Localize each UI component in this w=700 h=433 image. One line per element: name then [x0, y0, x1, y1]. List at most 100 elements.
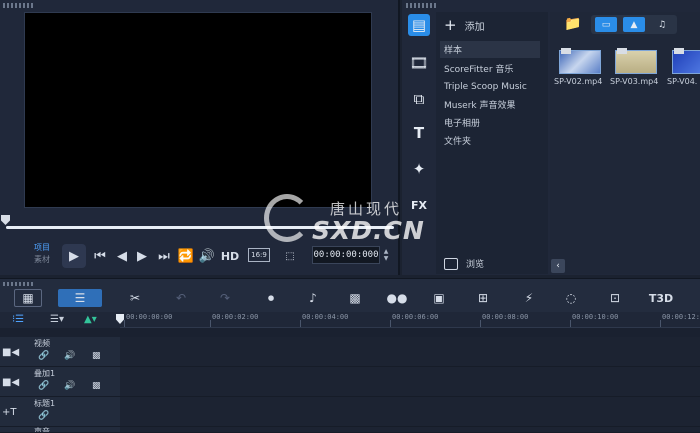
screen-capture-button[interactable]: ⊡: [602, 289, 628, 307]
subtitle-editor-button[interactable]: ▣: [426, 289, 452, 307]
thumbnail-label: SP-V02.mp4: [554, 77, 603, 86]
timecode-display[interactable]: 00:00:00:000: [312, 246, 380, 264]
import-folder-icon[interactable]: 📁: [564, 16, 581, 32]
auto-music-button[interactable]: ▩: [342, 289, 368, 307]
filter-photo-button[interactable]: ▲: [623, 17, 645, 32]
media-filter-group: ▭ ▲ ♫: [591, 15, 677, 34]
crop-button[interactable]: ⬚: [280, 245, 300, 267]
timecode-spinner[interactable]: ▲ ▼: [381, 248, 391, 262]
repeat-icon: 🔁: [177, 248, 195, 264]
filter-audio-button[interactable]: ♫: [651, 17, 673, 32]
ruler-tick-label: 00:00:08:00: [482, 313, 529, 321]
ruler-tick: [480, 320, 481, 327]
preview-window: [24, 12, 372, 208]
mask-icon: ◌: [565, 291, 577, 305]
redo-button[interactable]: ↷: [212, 289, 238, 307]
aspect-ratio-button[interactable]: 16:9: [248, 248, 270, 262]
storyboard-icon: ▦: [22, 291, 34, 305]
repeat-button[interactable]: 🔁: [178, 245, 194, 267]
nav-item-folder[interactable]: 文件夹: [440, 132, 540, 149]
ruler-tick: [124, 320, 125, 327]
grid-icon[interactable]: ▩: [92, 351, 101, 361]
crop-icon: ⬚: [285, 250, 295, 262]
track-manager-icon[interactable]: ⁝☰: [12, 314, 24, 325]
ruler-tick-label: 00:00:04:00: [302, 313, 349, 321]
play-button[interactable]: ▶: [62, 244, 86, 268]
next-frame-button[interactable]: ▶: [134, 245, 150, 267]
ruler-tick: [390, 320, 391, 327]
storyboard-view-button[interactable]: ▦: [14, 289, 42, 307]
puzzle-icon: ✦: [412, 160, 426, 178]
speaker-icon[interactable]: 🔊: [64, 351, 75, 361]
add-folder-button[interactable]: + 添加: [444, 16, 485, 34]
music-grid-icon: ▩: [349, 291, 361, 305]
instant-project-button[interactable]: 🎞: [408, 52, 430, 74]
link-icon[interactable]: 🔗: [38, 381, 49, 391]
chapter-point-icon[interactable]: ☰▾: [50, 314, 64, 325]
track-header-bar: ⁝☰ ☰▾ ▲▾: [0, 312, 120, 328]
hd-preview-button[interactable]: HD: [219, 245, 241, 267]
3d-title-icon: T3D: [648, 291, 674, 305]
photo-icon: ▲: [630, 19, 638, 30]
browse-icon: [444, 257, 458, 270]
library-grip[interactable]: [406, 3, 436, 8]
end-button[interactable]: ⏭: [156, 245, 172, 267]
media-tool-button[interactable]: ▤: [408, 14, 430, 36]
nav-item-samples[interactable]: 样本: [440, 41, 540, 58]
skip-end-icon: ⏭: [158, 248, 170, 264]
title-track-icon: +T: [2, 407, 17, 418]
previous-frame-button[interactable]: ◀: [114, 245, 130, 267]
track-header-video[interactable]: ■◀ 视频 🔗 🔊 ▩: [0, 337, 120, 367]
thumbnail-label: SP-V03.mp4: [610, 77, 659, 86]
timeline-view-button[interactable]: ☰: [58, 289, 102, 307]
speed-button[interactable]: ⚡: [516, 289, 542, 307]
add-label: 添加: [464, 21, 485, 33]
filter-video-button[interactable]: ▭: [595, 17, 617, 32]
redo-icon: ↷: [219, 291, 231, 305]
fx-icon: FX: [411, 198, 427, 212]
transition-button[interactable]: ⧉: [408, 88, 430, 110]
watermark-site-text: SXD.CN: [312, 216, 425, 245]
link-icon[interactable]: 🔗: [38, 351, 49, 361]
track-header-overlay[interactable]: ■◀ 叠加1 🔗 🔊 ▩: [0, 367, 120, 397]
mode-project-label[interactable]: 项目: [34, 242, 50, 254]
3d-title-button[interactable]: T3D: [648, 289, 674, 307]
track-lane-overlay[interactable]: [120, 367, 700, 397]
play-mode-selector[interactable]: 项目 素材: [34, 242, 50, 266]
speaker-icon[interactable]: 🔊: [64, 381, 75, 391]
nav-item-scorefitter[interactable]: ScoreFitter 音乐: [440, 60, 540, 77]
record-capture-button[interactable]: ⏺: [258, 289, 284, 307]
volume-button[interactable]: 🔊: [199, 245, 215, 267]
nav-item-muserk[interactable]: Muserk 声音效果: [440, 96, 540, 113]
motion-tracking-button[interactable]: ●●: [384, 289, 410, 307]
graphic-button[interactable]: ✦: [408, 158, 430, 180]
nav-item-triple-scoop[interactable]: Triple Scoop Music: [440, 78, 540, 95]
mask-button[interactable]: ◌: [558, 289, 584, 307]
track-lane-video[interactable]: [120, 337, 700, 367]
grid-icon[interactable]: ▩: [92, 381, 101, 391]
ripple-edit-icon[interactable]: ▲▾: [84, 314, 97, 325]
collapse-navigation-button[interactable]: ‹: [551, 259, 565, 273]
home-button[interactable]: ⏮: [92, 245, 108, 267]
watermark-logo-icon: [264, 194, 310, 242]
plus-icon: +: [444, 16, 457, 34]
tools-icon: ✂: [129, 291, 141, 305]
track-lane-sound[interactable]: [120, 427, 700, 433]
toolbar-grip[interactable]: [3, 282, 33, 286]
multi-camera-button[interactable]: ⊞: [470, 289, 496, 307]
tools-button[interactable]: ✂: [122, 289, 148, 307]
film-icon: 🎞: [409, 54, 429, 72]
filter-button[interactable]: FX: [408, 194, 430, 216]
browse-button[interactable]: 浏览: [444, 257, 484, 270]
track-header-title[interactable]: +T 标题1 🔗: [0, 397, 120, 427]
title-button[interactable]: T: [408, 122, 430, 144]
ruler-tick: [300, 320, 301, 327]
mode-clip-label[interactable]: 素材: [34, 254, 50, 266]
undo-button[interactable]: ↶: [168, 289, 194, 307]
panel-grip[interactable]: [3, 3, 33, 8]
nav-item-album[interactable]: 电子相册: [440, 114, 540, 131]
track-header-sound[interactable]: 声音: [0, 427, 120, 433]
track-lane-title[interactable]: [120, 397, 700, 427]
sound-mixer-button[interactable]: ♪: [300, 289, 326, 307]
link-icon[interactable]: 🔗: [38, 411, 49, 421]
